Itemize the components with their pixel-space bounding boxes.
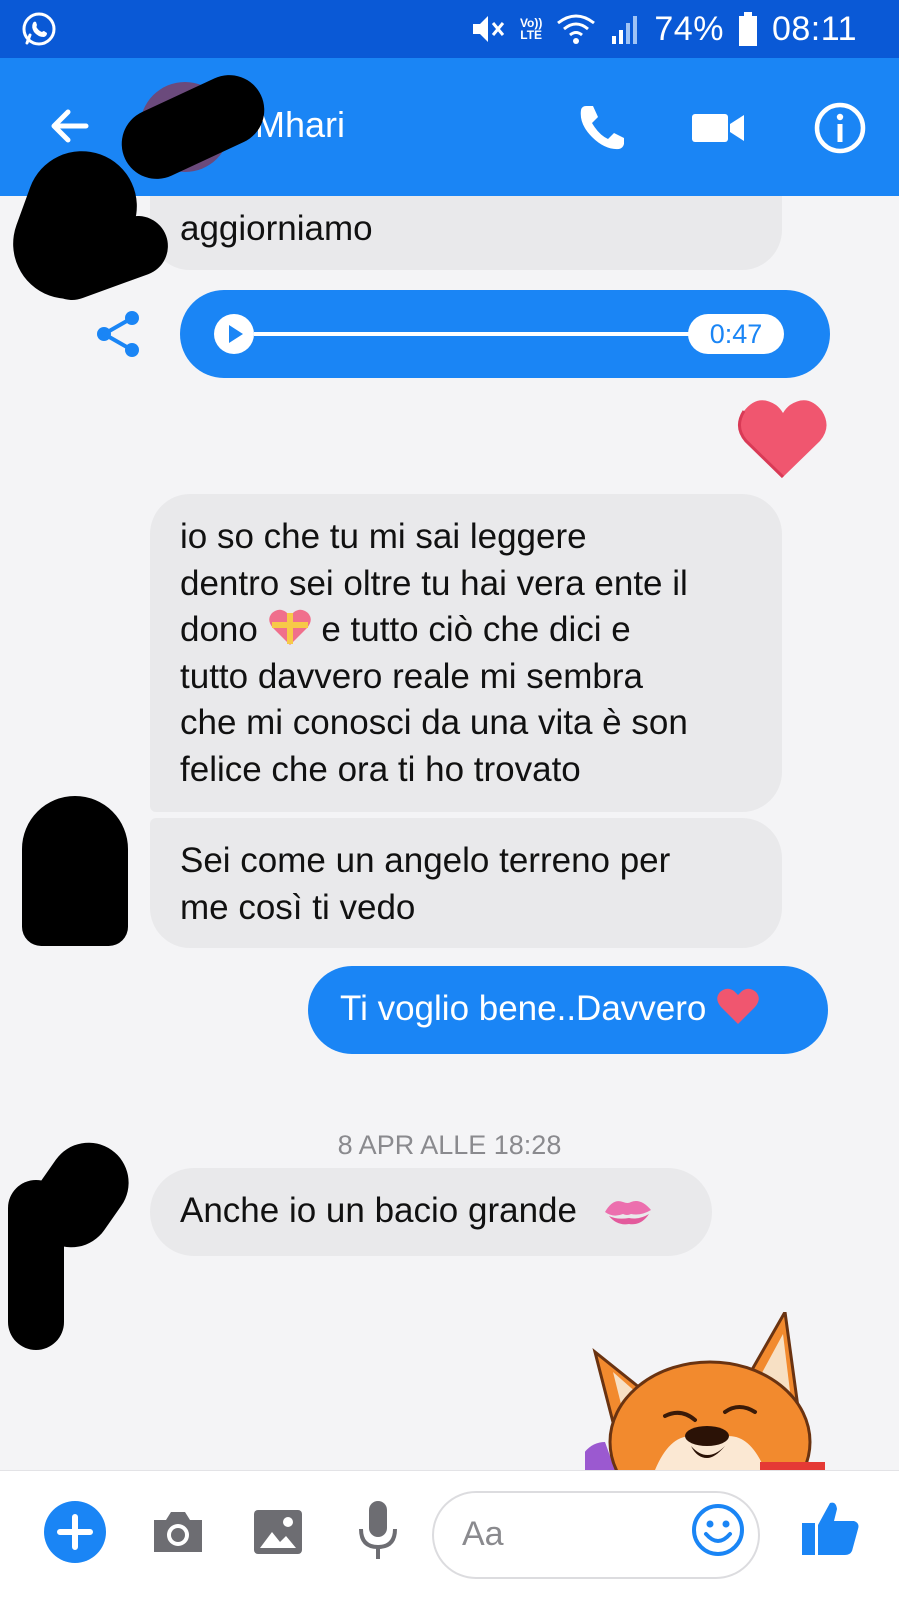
message-input-placeholder: Aa bbox=[462, 1515, 504, 1553]
timestamp-divider: 8 APR ALLE 18:28 bbox=[337, 1130, 562, 1160]
play-icon bbox=[229, 325, 243, 343]
plus-icon bbox=[57, 1514, 93, 1550]
message-bubble-incoming[interactable]: aggiorniamo bbox=[150, 196, 782, 270]
heart-emoji-icon bbox=[717, 988, 759, 1024]
gift-heart-emoji-icon bbox=[268, 609, 311, 645]
back-arrow-icon[interactable] bbox=[46, 102, 94, 150]
clock: 08:11 bbox=[771, 9, 857, 48]
message-line: dono e tutto ciò che dici e bbox=[180, 607, 752, 654]
info-icon[interactable] bbox=[812, 100, 868, 156]
share-icon[interactable] bbox=[94, 308, 144, 360]
contact-name[interactable]: Mhari bbox=[255, 104, 345, 146]
message-composer: Aa bbox=[0, 1470, 899, 1599]
message-text: Ti voglio bene..Davvero bbox=[340, 989, 707, 1028]
mute-icon bbox=[472, 16, 505, 42]
lte-label: LTE bbox=[520, 28, 543, 42]
audio-progress-track[interactable] bbox=[254, 332, 714, 336]
message-text: Anche io un bacio grande bbox=[180, 1191, 577, 1230]
whatsapp-icon bbox=[22, 12, 56, 46]
audio-message[interactable]: 0:47 bbox=[180, 290, 830, 378]
microphone-icon[interactable] bbox=[356, 1499, 400, 1563]
message-line: io so che tu mi sai leggere bbox=[180, 517, 587, 556]
play-button[interactable] bbox=[214, 314, 254, 354]
status-bar: Vo)) LTE 74% 08:11 bbox=[0, 0, 899, 58]
message-bubble-outgoing[interactable]: Ti voglio bene..Davvero bbox=[308, 966, 828, 1054]
emoji-icon[interactable] bbox=[690, 1502, 746, 1558]
message-text: e tutto ciò che dici e bbox=[321, 610, 631, 649]
message-line: dentro sei oltre tu hai vera ente il bbox=[180, 563, 688, 603]
message-line: che mi conosci da una vita è son bbox=[180, 703, 688, 742]
battery-percent: 74% bbox=[654, 9, 724, 48]
message-bubble-incoming[interactable]: Anche io un bacio grande bbox=[150, 1168, 712, 1256]
message-line: Sei come un angelo terreno per bbox=[180, 841, 671, 880]
thumbs-up-icon[interactable] bbox=[800, 1497, 862, 1559]
heart-icon bbox=[738, 400, 827, 479]
message-text: dono bbox=[180, 610, 258, 649]
signal-icon bbox=[612, 16, 638, 44]
fox-sticker-icon[interactable] bbox=[585, 1312, 835, 1470]
volte-indicator: Vo)) LTE bbox=[520, 17, 542, 41]
message-line: felice che ora ti ho trovato bbox=[180, 749, 581, 789]
message-line: tutto davvero reale mi sembra bbox=[180, 656, 643, 696]
camera-icon[interactable] bbox=[150, 1504, 206, 1560]
battery-icon bbox=[738, 12, 757, 46]
video-call-icon[interactable] bbox=[690, 104, 746, 152]
gallery-icon[interactable] bbox=[252, 1506, 304, 1558]
message-line: me così ti vedo bbox=[180, 887, 416, 927]
kiss-mark-emoji-icon bbox=[604, 1201, 651, 1225]
wifi-icon bbox=[557, 14, 596, 44]
more-actions-button[interactable] bbox=[44, 1501, 106, 1563]
message-bubble-incoming[interactable]: io so che tu mi sai leggere dentro sei o… bbox=[150, 494, 782, 812]
message-bubble-incoming[interactable]: Sei come un angelo terreno per me così t… bbox=[150, 818, 782, 948]
audio-duration: 0:47 bbox=[688, 314, 784, 354]
phone-call-icon[interactable] bbox=[574, 100, 630, 156]
redaction-mark bbox=[22, 796, 128, 946]
message-text: aggiorniamo bbox=[180, 209, 373, 248]
